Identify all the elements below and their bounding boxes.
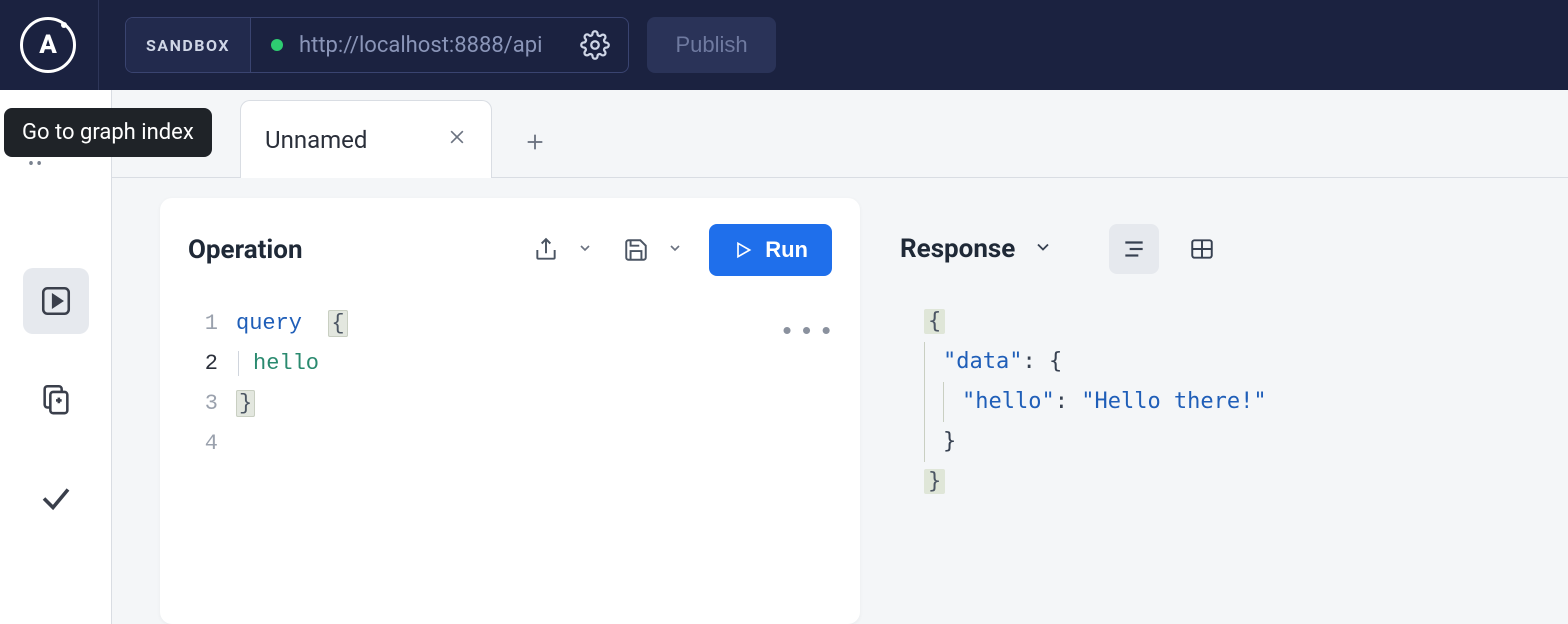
tab-label: Unnamed bbox=[265, 126, 367, 154]
divider bbox=[98, 0, 99, 90]
operation-panel: Operation bbox=[160, 198, 860, 624]
share-dropdown-chevron-icon[interactable] bbox=[577, 240, 599, 260]
run-button[interactable]: Run bbox=[709, 224, 832, 276]
response-title: Response bbox=[900, 234, 1015, 264]
endpoint-url: http://localhost:8888/api bbox=[299, 33, 542, 58]
run-label: Run bbox=[765, 237, 808, 263]
json-view-icon[interactable] bbox=[1109, 224, 1159, 274]
close-icon[interactable] bbox=[447, 127, 467, 153]
operation-title: Operation bbox=[188, 235, 303, 265]
line-number: 1 bbox=[188, 304, 236, 344]
status-dot-icon bbox=[271, 39, 283, 51]
line-number: 3 bbox=[188, 384, 236, 424]
checks-icon[interactable] bbox=[23, 464, 89, 530]
response-viewer[interactable]: { "data": { "hello": "Hello there!" } } bbox=[900, 302, 1534, 502]
endpoint-pill: SANDBOX http://localhost:8888/api bbox=[125, 17, 629, 73]
main-area: Unnamed Operation bbox=[112, 90, 1568, 624]
line-number: 2 bbox=[188, 344, 236, 384]
add-tab-icon[interactable] bbox=[510, 107, 560, 177]
line-number: 4 bbox=[188, 424, 236, 464]
sandbox-badge: SANDBOX bbox=[126, 18, 251, 72]
save-icon[interactable] bbox=[619, 233, 653, 267]
apollo-logo[interactable]: A bbox=[20, 17, 76, 73]
settings-gear-icon[interactable] bbox=[562, 30, 628, 60]
save-dropdown-chevron-icon[interactable] bbox=[667, 240, 689, 260]
tab-unnamed[interactable]: Unnamed bbox=[240, 100, 492, 178]
share-icon[interactable] bbox=[529, 233, 563, 267]
endpoint-url-area[interactable]: http://localhost:8888/api bbox=[251, 18, 562, 72]
operation-editor[interactable]: ••• 1 query { 2 hello 3 } 4 bbox=[188, 304, 832, 464]
hidden-icon-dots: •• bbox=[28, 154, 44, 175]
publish-button[interactable]: Publish bbox=[647, 17, 775, 73]
explorer-play-icon[interactable] bbox=[23, 268, 89, 334]
more-options-icon[interactable]: ••• bbox=[779, 312, 838, 352]
tabs-row: Unnamed bbox=[112, 90, 1568, 178]
left-sidebar bbox=[0, 90, 112, 624]
table-view-icon[interactable] bbox=[1177, 224, 1227, 274]
top-bar: A SANDBOX http://localhost:8888/api Publ… bbox=[0, 0, 1568, 90]
response-dropdown-chevron-icon[interactable] bbox=[1033, 237, 1053, 261]
response-panel: Response bbox=[900, 198, 1544, 624]
diff-icon[interactable] bbox=[23, 366, 89, 432]
tooltip-go-to-graph-index: Go to graph index bbox=[4, 108, 212, 157]
